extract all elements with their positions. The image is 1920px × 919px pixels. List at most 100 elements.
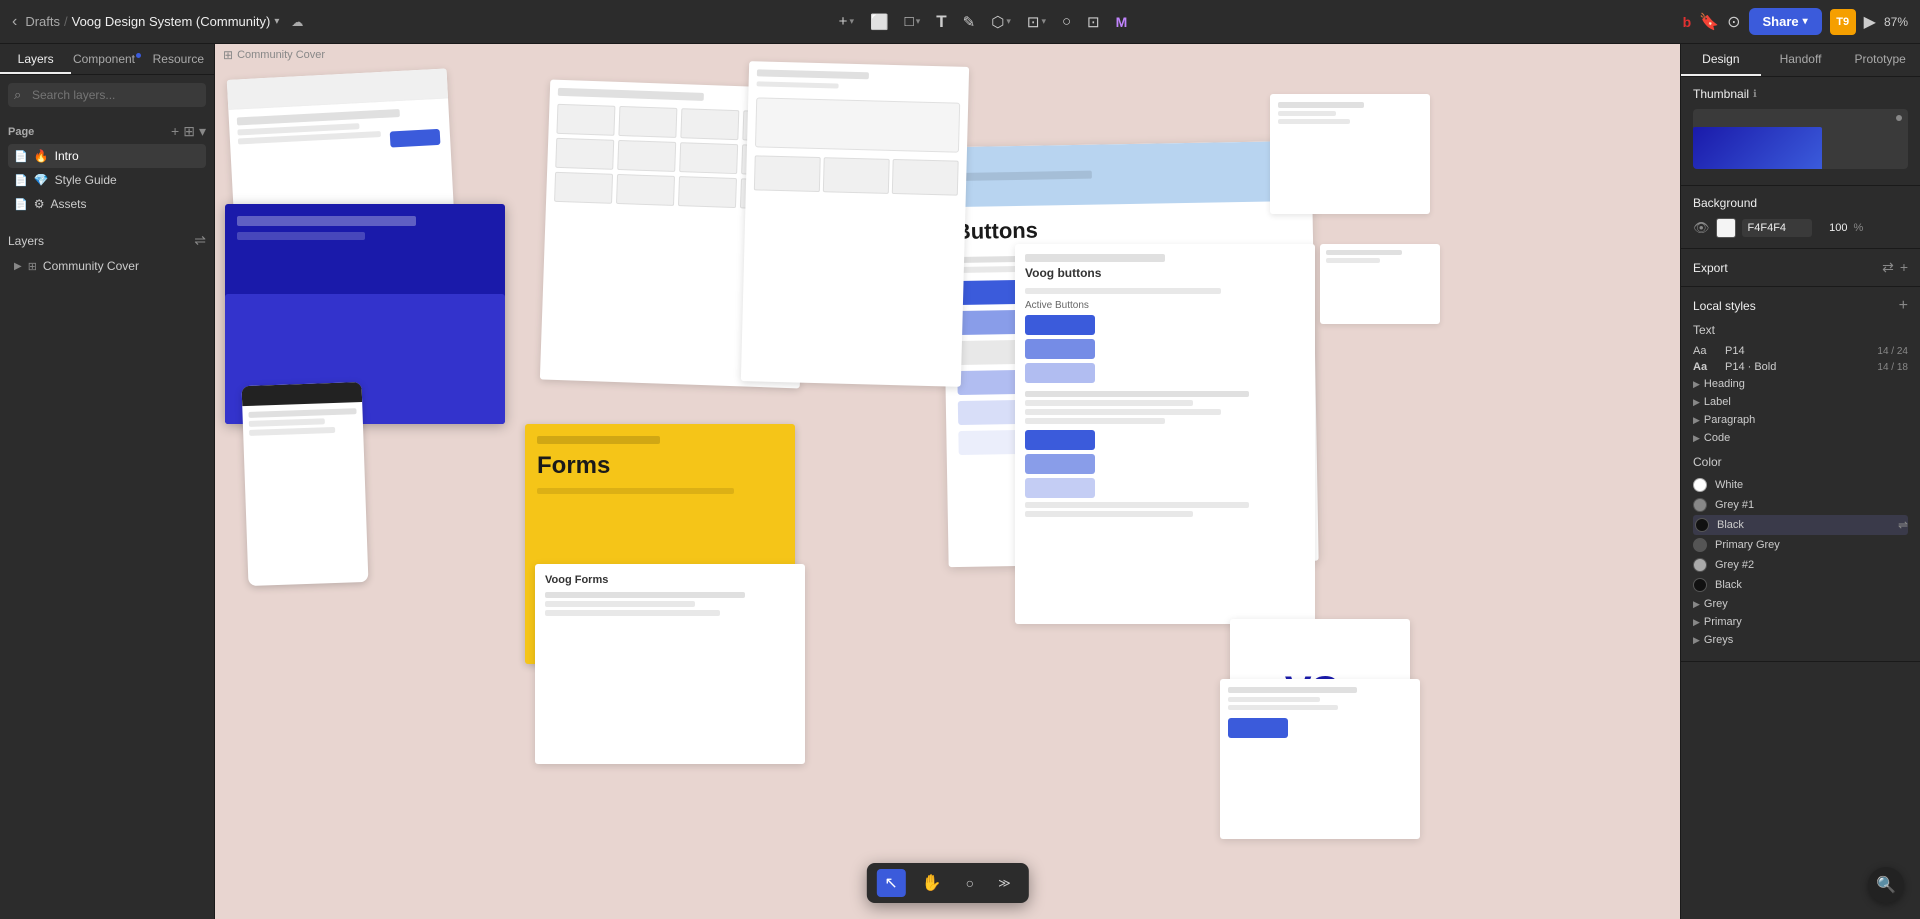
flow-tool-button[interactable]: ≫ <box>990 872 1019 894</box>
code-group[interactable]: ▶ Code <box>1693 429 1908 447</box>
breadcrumb-current[interactable]: Voog Design System (Community) <box>72 14 271 29</box>
search-box <box>0 75 214 115</box>
black1-color-name: Black <box>1717 519 1890 531</box>
color-item-black2[interactable]: Black <box>1693 575 1908 595</box>
tab-layers[interactable]: Layers <box>0 44 71 74</box>
plugin-tool-button[interactable]: M <box>1110 10 1134 34</box>
page-label-intro: Intro <box>55 149 79 163</box>
search-fab[interactable]: 🔍 <box>1868 867 1904 903</box>
style-item-p14-bold[interactable]: Aa P14 · Bold 14 / 18 <box>1693 359 1908 375</box>
text-tool-button[interactable]: T <box>930 8 952 36</box>
grey1-color-dot <box>1693 498 1707 512</box>
board-voog-buttons: Voog buttons Active Buttons <box>1015 244 1315 624</box>
greys-group[interactable]: ▶ Greys <box>1693 631 1908 649</box>
layer-item-community-cover[interactable]: ▶ ⊞ Community Cover <box>8 255 206 277</box>
layers-sort-icon[interactable]: ⇌ <box>194 232 206 249</box>
main-layout: Layers Component Resource Page + ⊞ ▾ 📄 <box>0 44 1920 919</box>
export-icons: ⇄ + <box>1882 259 1908 276</box>
primary-expand-arrow: ▶ <box>1693 617 1700 628</box>
tab-component[interactable]: Component <box>71 44 142 74</box>
background-color-swatch[interactable] <box>1716 218 1736 238</box>
grey1-color-name: Grey #1 <box>1715 499 1908 511</box>
cloud-icon[interactable]: ☁ <box>291 15 303 29</box>
pen-tool-button[interactable]: ✎ <box>957 9 982 35</box>
heading-group[interactable]: ▶ Heading <box>1693 375 1908 393</box>
boomerang-icon[interactable]: b <box>1683 14 1692 30</box>
export-add-icon[interactable]: + <box>1900 259 1908 276</box>
thumbnail-section: Thumbnail ℹ <box>1681 77 1920 186</box>
comment-tool-button[interactable]: ○ <box>958 871 982 895</box>
white-color-dot <box>1693 478 1707 492</box>
tab-handoff[interactable]: Handoff <box>1761 44 1841 76</box>
page-item-assets[interactable]: 📄 ⚙ Assets <box>8 192 206 216</box>
share-button[interactable]: Share ▾ <box>1749 8 1822 35</box>
add-tool-button[interactable]: + ▾ <box>833 9 860 34</box>
white-color-name: White <box>1715 479 1908 491</box>
thumbnail-dot <box>1896 115 1902 121</box>
cursor-tool-button[interactable]: ↖ <box>876 869 905 897</box>
layer-expand-icon[interactable]: ▶ <box>14 261 22 272</box>
color-item-grey1[interactable]: Grey #1 <box>1693 495 1908 515</box>
p14-preview: Aa <box>1693 345 1717 357</box>
tab-prototype[interactable]: Prototype <box>1840 44 1920 76</box>
grey-expand-arrow: ▶ <box>1693 599 1700 610</box>
crop-tool-button[interactable]: ⊡ <box>1081 9 1106 35</box>
page-label-assets: Assets <box>50 197 86 211</box>
local-styles-label: Local styles <box>1693 299 1756 313</box>
label-group[interactable]: ▶ Label <box>1693 393 1908 411</box>
label-expand-arrow: ▶ <box>1693 397 1700 408</box>
layers-section-label: Layers <box>8 234 44 248</box>
page-emoji-assets: ⚙ <box>34 197 45 211</box>
color-item-primary-grey[interactable]: Primary Grey <box>1693 535 1908 555</box>
search-input[interactable] <box>8 83 206 107</box>
shape-tool-button[interactable]: □ ▾ <box>899 9 927 34</box>
add-page-icon[interactable]: + <box>171 123 179 140</box>
grey-group[interactable]: ▶ Grey <box>1693 595 1908 613</box>
page-item-intro[interactable]: 📄 🔥 Intro <box>8 144 206 168</box>
breadcrumb-dropdown-icon[interactable]: ▾ <box>274 16 279 27</box>
hand-tool-button[interactable]: ✋ <box>914 869 950 897</box>
p14-name: P14 <box>1725 345 1869 357</box>
background-hex-input[interactable] <box>1742 219 1812 237</box>
thumbnail-info-icon[interactable]: ℹ <box>1753 89 1757 100</box>
visibility-toggle[interactable]: 👁 <box>1693 220 1710 236</box>
user-avatar[interactable]: T9 <box>1830 9 1856 35</box>
zoom-level[interactable]: 87% <box>1884 15 1908 29</box>
black1-edit-icon[interactable]: ⇌ <box>1898 518 1908 532</box>
ellipse-tool-button[interactable]: ○ <box>1056 9 1077 34</box>
code-group-label: Code <box>1704 432 1730 444</box>
play-button[interactable]: ▶ <box>1864 12 1876 32</box>
primary-group[interactable]: ▶ Primary <box>1693 613 1908 631</box>
mask-tool-button[interactable]: ⊡ ▾ <box>1021 9 1052 35</box>
style-item-p14[interactable]: Aa P14 14 / 24 <box>1693 343 1908 359</box>
toolbar-icons: + ▾ ⬜ □ ▾ T ✎ ⬡ ▾ ⊡ ▾ ○ ⊡ M <box>833 8 1134 36</box>
color-item-grey2[interactable]: Grey #2 <box>1693 555 1908 575</box>
breadcrumb-root[interactable]: Drafts <box>25 14 60 29</box>
page-section: Page + ⊞ ▾ 📄 🔥 Intro 📄 💎 Style Guide 📄 ⚙ <box>0 115 214 224</box>
canvas[interactable]: ⊞ Community Cover <box>215 44 1680 919</box>
export-format-icon[interactable]: ⇄ <box>1882 259 1894 276</box>
page-item-style-guide[interactable]: 📄 💎 Style Guide <box>8 168 206 192</box>
color-item-white[interactable]: White <box>1693 475 1908 495</box>
left-panel-tabs: Layers Component Resource <box>0 44 214 75</box>
frame-tool-button[interactable]: ⬜ <box>864 9 895 35</box>
paragraph-expand-arrow: ▶ <box>1693 415 1700 426</box>
bookmark-icon[interactable]: 🔖 <box>1699 12 1719 32</box>
layer-label-community-cover: Community Cover <box>43 259 139 273</box>
greys-group-label: Greys <box>1704 634 1733 646</box>
page-list-icon[interactable]: ⊞ <box>183 123 195 140</box>
board-module <box>1220 679 1420 839</box>
p14-bold-meta: 14 / 18 <box>1877 362 1908 373</box>
paragraph-group[interactable]: ▶ Paragraph <box>1693 411 1908 429</box>
color-item-black1[interactable]: Black ⇌ <box>1693 515 1908 535</box>
back-button[interactable]: ‹ <box>12 13 17 31</box>
background-opacity[interactable]: 100 <box>1818 222 1848 234</box>
tab-design[interactable]: Design <box>1681 44 1761 76</box>
tab-resource[interactable]: Resource <box>143 44 214 74</box>
primary-group-label: Primary <box>1704 616 1742 628</box>
search-icon[interactable]: ⊙ <box>1727 12 1740 32</box>
page-collapse-icon[interactable]: ▾ <box>199 123 206 140</box>
local-styles-add-icon[interactable]: + <box>1899 297 1908 315</box>
component-tool-button[interactable]: ⬡ ▾ <box>985 9 1017 35</box>
left-panel: Layers Component Resource Page + ⊞ ▾ 📄 <box>0 44 215 919</box>
